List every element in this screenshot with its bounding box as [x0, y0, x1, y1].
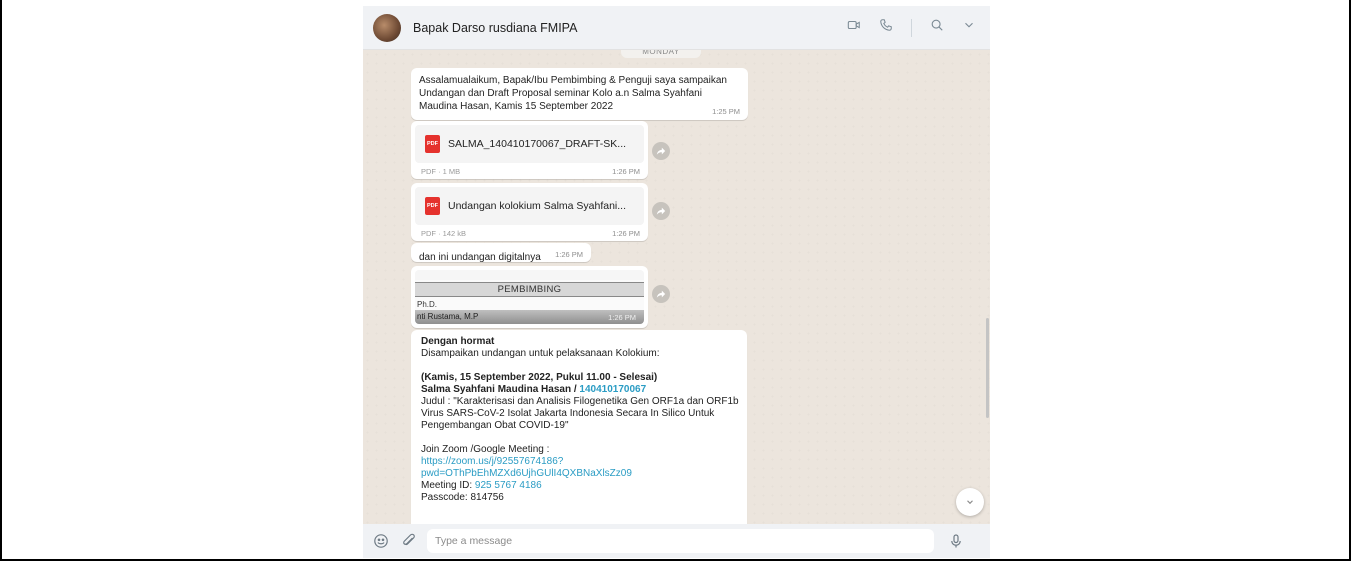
attach-icon[interactable]	[401, 533, 417, 549]
message-bubble[interactable]: Assalamualaikum, Bapak/Ibu Pembimbing & …	[411, 68, 748, 120]
meeting-id-label: Meeting ID:	[421, 480, 475, 491]
message-composer	[363, 524, 990, 558]
header-actions	[847, 18, 976, 37]
message-line: Undangan dan Draft Proposal seminar Kolo…	[419, 88, 702, 99]
message-bubble[interactable]: Dengan hormat Disampaikan undangan untuk…	[411, 330, 747, 524]
message-line: Virus SARS-CoV-2 Isolat Jakarta Indonesi…	[421, 408, 715, 419]
chevron-down-icon[interactable]	[962, 18, 976, 37]
message-line: Judul : "Karakterisasi dan Analisis Filo…	[421, 396, 739, 407]
chat-header: Bapak Darso rusdiana FMIPA	[363, 6, 990, 50]
message-time: 1:26 PM	[608, 313, 636, 322]
message-line: Disampaikan undangan untuk pelaksanaan K…	[421, 348, 660, 359]
contact-name[interactable]: Bapak Darso rusdiana FMIPA	[413, 21, 847, 35]
message-bubble[interactable]: dan ini undangan digitalnya 1:26 PM	[411, 243, 591, 263]
image-text-line: Ph.D.	[417, 300, 438, 309]
message-time: 1:26 PM	[555, 250, 583, 259]
message-line: Maudina Hasan, Kamis 15 September 2022	[419, 101, 614, 112]
message-list[interactable]: MONDAY Assalamualaikum, Bapak/Ibu Pembim…	[363, 50, 990, 524]
day-separator: MONDAY	[621, 50, 701, 58]
image-preview[interactable]: PEMBIMBING Ph.D. nti Rustama, M.P 1:26 P…	[415, 270, 644, 324]
video-call-icon[interactable]	[847, 18, 861, 37]
forward-icon[interactable]	[652, 142, 670, 160]
document-message[interactable]: PDF Undangan kolokium Salma Syahfani... …	[411, 183, 648, 241]
scroll-to-bottom-button[interactable]	[956, 488, 984, 516]
message-line: Dengan hormat	[421, 336, 495, 347]
message-text: dan ini undangan digitalnya	[419, 252, 541, 263]
forward-icon[interactable]	[652, 285, 670, 303]
forward-icon[interactable]	[652, 202, 670, 220]
image-band	[415, 270, 644, 280]
meeting-id-link[interactable]: 925 5767 4186	[475, 480, 542, 491]
image-title: PEMBIMBING	[415, 282, 644, 297]
message-input[interactable]	[427, 529, 934, 553]
emoji-icon[interactable]	[373, 533, 389, 549]
message-time: 1:26 PM	[612, 229, 640, 238]
student-name: Salma Syahfani Maudina Hasan /	[421, 384, 580, 395]
message-line: Salma Syahfani Maudina Hasan / 140410170…	[421, 384, 737, 396]
document-name: Undangan kolokium Salma Syahfani...	[448, 200, 627, 212]
contact-avatar[interactable]	[373, 13, 401, 42]
message-line: Meeting ID: 925 5767 4186	[421, 480, 737, 492]
pdf-file-icon: PDF	[425, 197, 440, 215]
document-message[interactable]: PDF SALMA_140410170067_DRAFT-SK... PDF ·…	[411, 121, 648, 179]
header-separator	[911, 18, 912, 37]
pdf-file-icon: PDF	[425, 135, 440, 153]
document-meta: PDF · 1 MB	[421, 167, 461, 176]
microphone-icon[interactable]	[948, 533, 964, 549]
message-line: (Kamis, 15 September 2022, Pukul 11.00 -…	[421, 372, 658, 383]
document-preview[interactable]: PDF Undangan kolokium Salma Syahfani...	[415, 187, 644, 225]
chat-window: Bapak Darso rusdiana FMIPA MONDAY Assala…	[363, 6, 990, 558]
message-line: Pengembangan Obat COVID-19"	[421, 420, 569, 431]
image-message[interactable]: PEMBIMBING Ph.D. nti Rustama, M.P 1:26 P…	[411, 266, 648, 328]
message-time: 1:26 PM	[612, 167, 640, 176]
document-meta: PDF · 142 kB	[421, 229, 467, 238]
message-line: Passcode: 814756	[421, 492, 504, 503]
student-id-link[interactable]: 140410170067	[579, 384, 646, 395]
zoom-link[interactable]: https://zoom.us/j/92557674186?	[421, 456, 737, 468]
document-name: SALMA_140410170067_DRAFT-SK...	[448, 138, 627, 150]
search-icon[interactable]	[930, 18, 944, 37]
message-time: 1:25 PM	[712, 107, 740, 116]
chevron-down-icon	[967, 500, 973, 505]
voice-call-icon[interactable]	[879, 18, 893, 37]
document-preview[interactable]: PDF SALMA_140410170067_DRAFT-SK...	[415, 125, 644, 163]
zoom-link[interactable]: pwd=OThPbEhMZXd6UjhGUlI4QXBNaXlsZz09	[421, 468, 737, 480]
message-line: Assalamualaikum, Bapak/Ibu Pembimbing & …	[419, 75, 727, 86]
scrollbar-thumb[interactable]	[986, 318, 989, 418]
message-line: Join Zoom /Google Meeting :	[421, 444, 550, 455]
